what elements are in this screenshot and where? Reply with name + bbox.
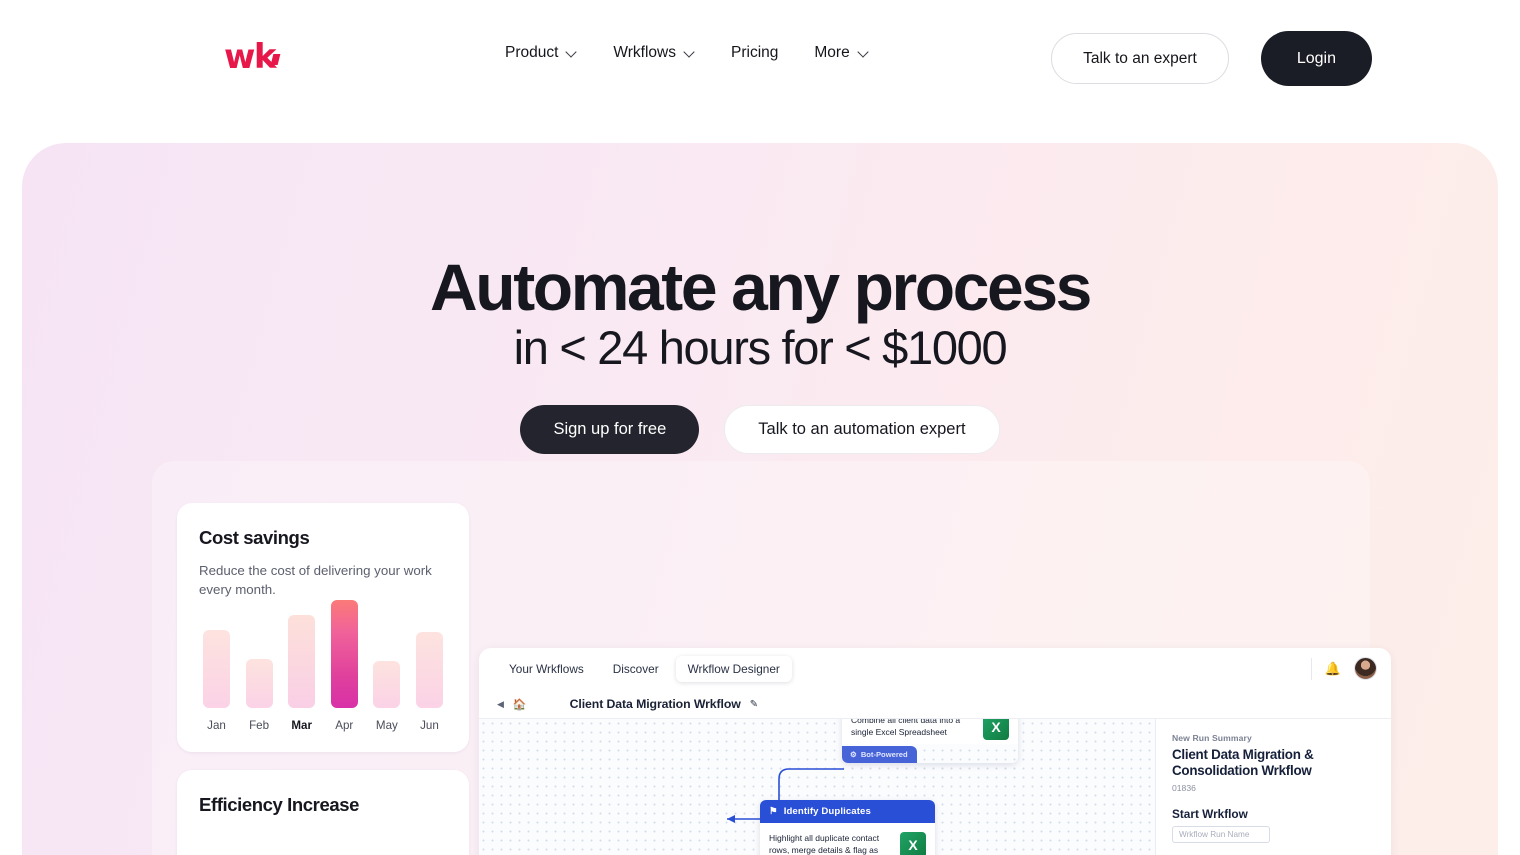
nav-item-wrkflows[interactable]: Wrkflows (613, 44, 714, 62)
panel-title: Client Data Migration & Consolidation Wr… (1172, 747, 1314, 779)
chevron-left-icon[interactable]: ◀ (497, 699, 504, 710)
login-button[interactable]: Login (1260, 31, 1372, 86)
start-wrkflow-label: Start Wrkflow (1172, 806, 1248, 821)
excel-icon: X (983, 719, 1009, 740)
excel-icon: X (900, 832, 926, 855)
app-mockup: Your Wrkflows Discover Wrkflow Designer … (479, 648, 1391, 855)
bar-label: Jun (420, 718, 439, 732)
card-title: Cost savings (199, 527, 310, 548)
header-actions: Talk to an expert Login (1051, 31, 1372, 86)
nav-item-label: More (814, 44, 850, 61)
divider (1310, 657, 1312, 680)
node-description: Highlight all duplicate contact rows, me… (769, 833, 880, 855)
bar-group-apr: Apr (330, 599, 358, 732)
efficiency-increase-card: Efficiency Increase (177, 769, 469, 855)
bar-group-may: May (373, 660, 401, 732)
nav-item-label: Wrkflows (613, 44, 676, 61)
cost-savings-card: Cost savings Reduce the cost of deliveri… (177, 503, 469, 752)
brand-logo-text: wk (224, 37, 277, 77)
bar (245, 658, 273, 708)
node-description: Combine all client data into a single Ex… (851, 719, 961, 738)
bar-group-jun: Jun (415, 631, 443, 732)
bar (203, 629, 230, 708)
app-tabs: Your Wrkflows Discover Wrkflow Designer (497, 656, 792, 682)
bot-icon: ⚙ (850, 750, 857, 759)
breadcrumb: ◀ 🏠 Client Data Migration Wrkflow ✎ (479, 690, 1391, 719)
bar-group-feb: Feb (245, 658, 273, 732)
main-navigation: Product Wrkflows Pricing More (505, 44, 888, 62)
node-body: Combine all client data into a single Ex… (842, 719, 1018, 744)
chevron-down-icon (859, 48, 869, 58)
brand-logo[interactable]: wk (224, 37, 281, 77)
wrkflow-name: Client Data Migration Wrkflow (569, 697, 741, 711)
flag-icon: ⚑ (769, 806, 778, 817)
brand-logo-accent-icon (270, 54, 281, 65)
bar-label: May (375, 718, 398, 732)
signup-button[interactable]: Sign up for free (520, 405, 700, 454)
bar-label: Mar (291, 718, 312, 732)
bar-group-mar: Mar (288, 614, 316, 732)
talk-to-automation-expert-button[interactable]: Talk to an automation expert (724, 405, 1000, 454)
nav-item-label: Product (505, 44, 559, 61)
app-body: Combine all client data into a single Ex… (479, 719, 1391, 855)
avatar[interactable] (1354, 657, 1377, 680)
bell-icon[interactable]: 🔔 (1325, 661, 1341, 677)
bar (415, 631, 443, 708)
talk-to-expert-button[interactable]: Talk to an expert (1051, 33, 1229, 84)
wrkflow-node-combine-data[interactable]: Combine all client data into a single Ex… (842, 719, 1018, 763)
page-title: Automate any process (430, 250, 1092, 324)
nav-item-pricing[interactable]: Pricing (731, 44, 797, 62)
bar-label: Apr (335, 718, 354, 732)
node-badge-label: Bot-Powered (860, 750, 908, 759)
app-topbar: Your Wrkflows Discover Wrkflow Designer … (479, 648, 1391, 690)
app-topbar-actions: 🔔 (1310, 657, 1377, 680)
wrkflow-canvas[interactable]: Combine all client data into a single Ex… (479, 719, 1156, 855)
card-title: Efficiency Increase (199, 793, 360, 815)
wrkflow-run-name-input[interactable]: Wrkflow Run Name (1172, 825, 1270, 843)
pencil-icon[interactable]: ✎ (750, 699, 758, 710)
site-header: wk Product Wrkflows Pricing More Talk to… (0, 0, 1520, 114)
hero-section: Automate any process in < 24 hours for <… (22, 143, 1498, 855)
bar (288, 614, 316, 708)
chevron-down-icon (685, 48, 695, 58)
bar (373, 660, 401, 708)
excel-icon-letter: X (991, 719, 1001, 735)
nav-item-product[interactable]: Product (505, 44, 596, 62)
bar-group-jan: Jan (203, 629, 230, 732)
nav-item-more[interactable]: More (814, 44, 887, 62)
node-badge: ⚙ Bot-Powered (842, 746, 917, 763)
nav-item-label: Pricing (731, 44, 779, 61)
cost-savings-bar-chart: Jan Feb Mar Apr May Jun (199, 599, 447, 732)
bar-label: Jan (207, 718, 226, 732)
hero-cta-group: Sign up for free Talk to an automation e… (22, 405, 1498, 454)
run-id: 01836 (1172, 782, 1196, 793)
run-summary-panel: New Run Summary Client Data Migration & … (1156, 719, 1391, 855)
bar-label: Feb (249, 718, 270, 732)
wrkflow-node-identify-duplicates[interactable]: ⚑ Identify Duplicates Highlight all dupl… (760, 800, 935, 855)
tab-your-wrkflows[interactable]: Your Wrkflows (497, 656, 596, 682)
node-body: Highlight all duplicate contact rows, me… (760, 823, 935, 855)
card-description: Reduce the cost of delivering your work … (199, 563, 432, 597)
excel-icon-letter: X (908, 837, 918, 853)
chevron-down-icon (567, 48, 577, 58)
node-header-label: Identify Duplicates (783, 806, 871, 817)
tab-discover[interactable]: Discover (601, 656, 671, 682)
bar-highlighted (330, 599, 358, 708)
stat-cards-column: Cost savings Reduce the cost of deliveri… (177, 503, 469, 855)
home-icon[interactable]: 🏠 (513, 698, 527, 711)
node-header: ⚑ Identify Duplicates (760, 800, 935, 823)
page-subtitle: in < 24 hours for < $1000 (513, 321, 1008, 374)
panel-eyebrow: New Run Summary (1172, 733, 1252, 743)
tab-wrkflow-designer[interactable]: Wrkflow Designer (675, 656, 792, 682)
